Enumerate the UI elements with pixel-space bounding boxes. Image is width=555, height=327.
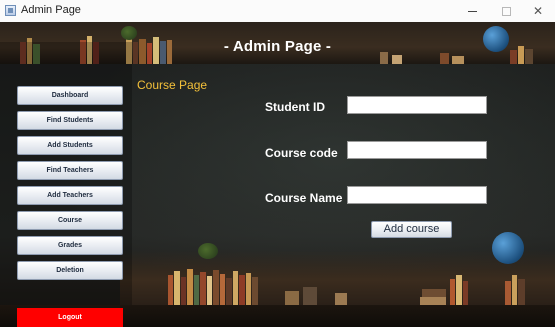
admin-window: Admin Page ✕ - Admin Page - Dashboard Fi… xyxy=(0,0,555,327)
course-code-input[interactable] xyxy=(347,141,487,159)
minimize-icon xyxy=(468,11,477,12)
minimize-button[interactable] xyxy=(455,0,489,22)
app-icon xyxy=(5,5,16,16)
logout-button[interactable]: Logout xyxy=(17,308,123,327)
sidebar-item-grades[interactable]: Grades xyxy=(17,236,123,255)
window-title: Admin Page xyxy=(21,4,81,16)
sidebar-item-dashboard[interactable]: Dashboard xyxy=(17,86,123,105)
sidebar-item-deletion[interactable]: Deletion xyxy=(17,261,123,280)
sidebar-item-course[interactable]: Course xyxy=(17,211,123,230)
maximize-icon xyxy=(502,7,511,16)
globe-bottom-image xyxy=(492,232,524,264)
student-id-input[interactable] xyxy=(347,96,487,114)
course-name-input[interactable] xyxy=(347,186,487,204)
close-icon: ✕ xyxy=(532,4,544,18)
section-title: Course Page xyxy=(137,78,208,92)
course-code-label: Course code xyxy=(265,146,338,160)
student-id-label: Student ID xyxy=(265,100,325,114)
sidebar-item-add-students[interactable]: Add Students xyxy=(17,136,123,155)
bookshelf-bottom-image xyxy=(120,250,555,305)
sidebar-item-find-students[interactable]: Find Students xyxy=(17,111,123,130)
title-bar: Admin Page ✕ xyxy=(0,0,555,23)
maximize-button[interactable] xyxy=(489,0,523,22)
add-course-button[interactable]: Add course xyxy=(371,221,452,238)
plant-bottom-image xyxy=(198,243,218,259)
course-name-label: Course Name xyxy=(265,191,343,205)
close-button[interactable]: ✕ xyxy=(521,0,555,22)
sidebar-item-add-teachers[interactable]: Add Teachers xyxy=(17,186,123,205)
sidebar-item-find-teachers[interactable]: Find Teachers xyxy=(17,161,123,180)
